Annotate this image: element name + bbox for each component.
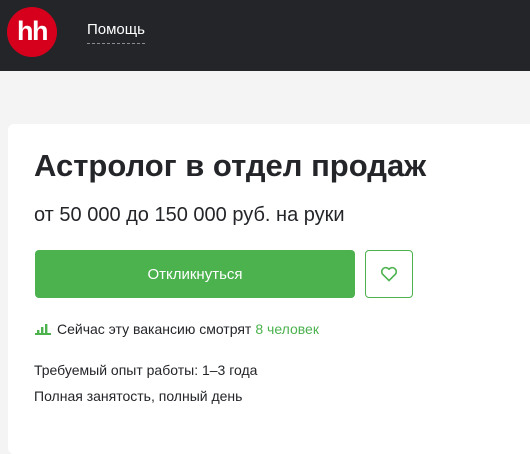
hh-logo[interactable]: hh (7, 7, 57, 57)
logo-text: hh (17, 16, 49, 46)
vacancy-title: Астролог в отдел продаж (34, 148, 427, 183)
vacancy-card: Астролог в отдел продаж от 50 000 до 150… (8, 124, 530, 454)
favorite-button[interactable] (365, 250, 413, 298)
employment-type: Полная занятость, полный день (34, 388, 243, 404)
required-experience: Требуемый опыт работы: 1–3 года (34, 362, 258, 378)
viewers-text: Сейчас эту вакансию смотрят (57, 321, 252, 337)
heart-icon (380, 266, 398, 282)
current-viewers: Сейчас эту вакансию смотрят 8 человек (35, 320, 319, 338)
bar-chart-icon (35, 324, 51, 335)
top-navigation-bar: hh Помощь (0, 0, 530, 71)
help-link[interactable]: Помощь (87, 21, 145, 44)
respond-button[interactable]: Откликнуться (35, 250, 355, 298)
vacancy-salary: от 50 000 до 150 000 руб. на руки (34, 204, 345, 226)
viewers-count: 8 человек (255, 321, 319, 337)
